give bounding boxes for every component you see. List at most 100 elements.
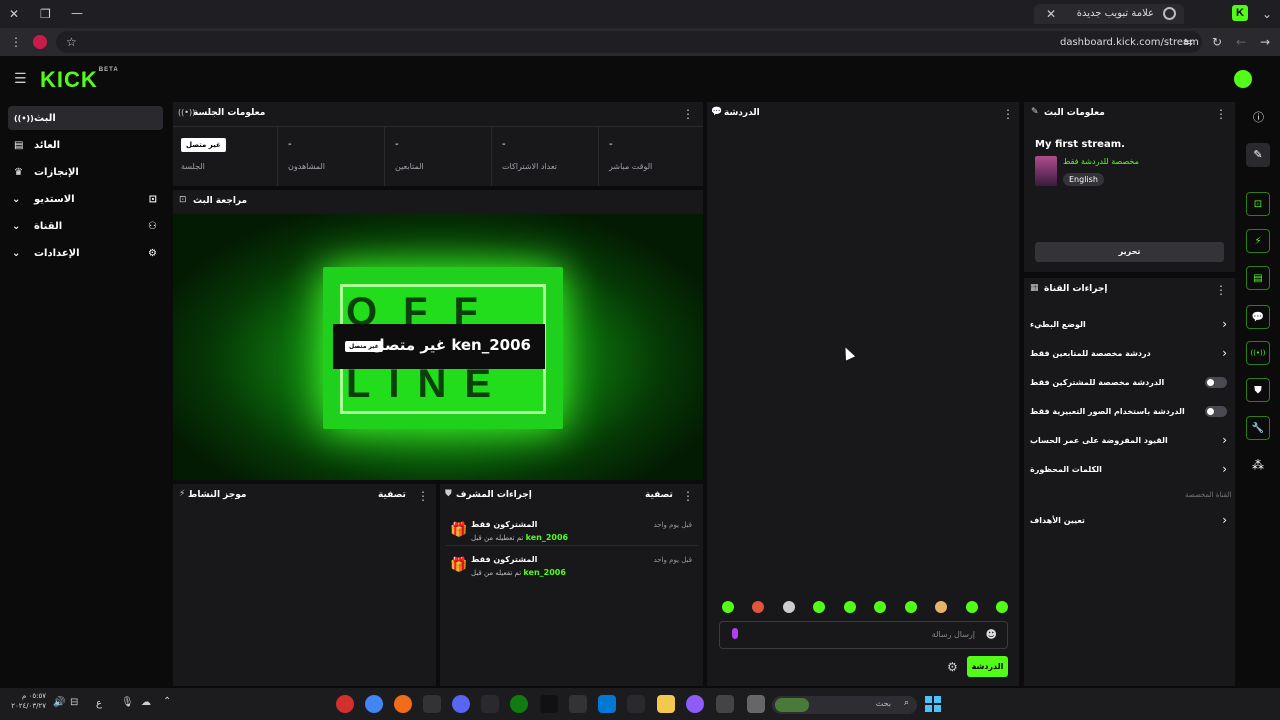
- emote-icon[interactable]: [813, 601, 826, 613]
- tiktok-icon[interactable]: [540, 695, 558, 713]
- channel-actions-menu-icon[interactable]: ⋮: [1215, 284, 1227, 296]
- gift-icon: 🎁: [450, 522, 468, 538]
- pencil-icon: ✎: [1031, 107, 1039, 117]
- taskbar-app-icon[interactable]: [423, 695, 441, 713]
- sidebar-item-settings[interactable]: ⌄ الإعدادات ⚙: [8, 241, 163, 265]
- rail-broadcast-icon[interactable]: ((•)): [1246, 341, 1270, 365]
- stat-followers: - المتابعين: [384, 126, 491, 186]
- avatar[interactable]: [1234, 70, 1252, 88]
- url-box[interactable]: [56, 31, 1202, 53]
- file-explorer-icon[interactable]: [657, 695, 675, 713]
- sidebar-item-channel[interactable]: ⌄ القناة ⚇: [8, 214, 163, 238]
- taskbar-search-box[interactable]: بحث ⌕: [772, 696, 917, 714]
- chat-message-input[interactable]: إرسال رسالة ☻: [719, 621, 1008, 649]
- taskbar-app-icon[interactable]: [336, 695, 354, 713]
- browser-tab[interactable]: ✕ علامة تبويب جديدة: [1034, 4, 1184, 24]
- extension-icon[interactable]: [33, 35, 47, 49]
- chat-settings-gear-icon[interactable]: ⚙: [947, 661, 958, 673]
- settings-app-icon[interactable]: [481, 695, 499, 713]
- restore-window-icon[interactable]: ❐: [40, 8, 51, 20]
- banned-words-row[interactable]: الكلمات المحظورة ›: [1030, 460, 1227, 480]
- rail-lightning-icon[interactable]: ⚡: [1246, 229, 1270, 253]
- outlook-icon[interactable]: [598, 695, 616, 713]
- taskbar-app-icon[interactable]: [394, 695, 412, 713]
- input-language[interactable]: ع: [96, 698, 102, 709]
- volume-icon[interactable]: 🔊: [53, 698, 65, 708]
- shield-icon: ⛊: [445, 489, 452, 499]
- edit-stream-button[interactable]: تحرير: [1035, 242, 1224, 262]
- store-icon[interactable]: [627, 695, 645, 713]
- rail-studio-icon[interactable]: ⊡: [1246, 192, 1270, 216]
- chrome-icon[interactable]: [365, 695, 383, 713]
- emote-icon[interactable]: [752, 601, 765, 613]
- username-link[interactable]: ken_2006: [526, 533, 569, 542]
- windows-start-icon[interactable]: [925, 696, 941, 712]
- emote-icon[interactable]: [722, 601, 734, 613]
- session-menu-icon[interactable]: ⋮: [682, 108, 694, 120]
- activity-filter-button[interactable]: تصفية: [378, 490, 406, 500]
- network-icon[interactable]: ⊟: [70, 698, 78, 708]
- taskbar-clock[interactable]: ٠٥:٥٧ م ٢٠٢٤/٠٣/٢٧: [6, 691, 46, 711]
- slow-mode-row[interactable]: الوضع البطيء ›: [1030, 315, 1227, 335]
- sidebar-item-revenue[interactable]: ▤ العائد: [8, 133, 163, 157]
- forward-icon[interactable]: ←: [1236, 36, 1246, 48]
- emote-icon[interactable]: [965, 601, 978, 613]
- kick-logo[interactable]: KICKBETA: [40, 67, 119, 93]
- rail-share-icon[interactable]: ⁂: [1252, 459, 1264, 471]
- mod-menu-icon[interactable]: ⋮: [682, 490, 694, 502]
- rail-shield-icon[interactable]: ⛊: [1246, 378, 1270, 402]
- taskbar-app-icon[interactable]: [569, 695, 587, 713]
- sidebar-item-studio[interactable]: ⌄ الاستديو ⊡: [8, 187, 163, 211]
- mic-tray-icon[interactable]: 🎙: [121, 698, 134, 708]
- stream-info-menu-icon[interactable]: ⋮: [1215, 108, 1227, 120]
- copilot-icon[interactable]: [686, 695, 704, 713]
- emote-icon[interactable]: [904, 601, 917, 613]
- rail-chat-icon[interactable]: 💬: [1246, 305, 1270, 329]
- kick-favicon-icon[interactable]: K: [1232, 5, 1248, 21]
- rail-document-icon[interactable]: ▤: [1246, 266, 1270, 290]
- back-icon[interactable]: →: [1260, 36, 1270, 48]
- emote-icon[interactable]: [935, 601, 948, 613]
- activity-menu-icon[interactable]: ⋮: [417, 490, 429, 502]
- rail-wrench-icon[interactable]: 🔧: [1246, 416, 1270, 440]
- category-link[interactable]: مخصصة للدردشة فقط: [1063, 157, 1139, 166]
- account-age-row[interactable]: القيود المفروضة على عمر الحساب ›: [1030, 431, 1227, 451]
- url-text[interactable]: dashboard.kick.com/stream: [1060, 37, 1199, 48]
- emote-icon[interactable]: [995, 601, 1008, 613]
- taskbar-app-icon[interactable]: [716, 695, 734, 713]
- sidebar-item-stream[interactable]: ((•)) البث: [8, 106, 163, 130]
- set-goals-row[interactable]: تعيين الأهداف ›: [1030, 511, 1227, 531]
- emote-only-toggle[interactable]: [1205, 406, 1227, 417]
- bookmark-star-icon[interactable]: ☆: [66, 36, 77, 48]
- sidebar-item-achievements[interactable]: ♛ الإنجازات: [8, 160, 163, 184]
- revenue-icon: ▤: [14, 139, 24, 151]
- menu-dots-icon[interactable]: ⋮: [10, 36, 22, 48]
- emote-icon[interactable]: [843, 601, 856, 613]
- emote-icon[interactable]: [782, 601, 795, 613]
- chevron-up-icon[interactable]: ⌃: [163, 697, 171, 707]
- microphone-icon[interactable]: [732, 628, 738, 639]
- taskbar-app-icon[interactable]: [747, 695, 765, 713]
- emoji-icon[interactable]: ☻: [986, 628, 997, 641]
- stream-title: My first stream.: [1035, 139, 1125, 150]
- chat-panel: [707, 102, 1019, 686]
- reload-icon[interactable]: ↻: [1212, 36, 1222, 48]
- mod-filter-button[interactable]: تصفية: [645, 490, 673, 500]
- close-tab-icon[interactable]: ✕: [1046, 8, 1056, 20]
- hamburger-menu-icon[interactable]: ☰: [14, 72, 27, 86]
- chat-send-button[interactable]: الدردشة: [967, 656, 1008, 677]
- close-window-icon[interactable]: ✕: [9, 8, 19, 20]
- followers-only-row[interactable]: دردشة مخصصة للمتابعين فقط ›: [1030, 344, 1227, 364]
- cloud-icon[interactable]: ☁: [141, 698, 151, 708]
- discord-icon[interactable]: [452, 695, 470, 713]
- subscribers-only-toggle[interactable]: [1205, 377, 1227, 388]
- tab-search-chevron-icon[interactable]: ⌄: [1262, 8, 1272, 20]
- chat-menu-icon[interactable]: ⋮: [1002, 108, 1014, 120]
- edit-pencil-icon[interactable]: ✎: [1246, 143, 1270, 167]
- emote-icon[interactable]: [874, 601, 887, 613]
- username-link[interactable]: ken_2006: [523, 568, 566, 577]
- xbox-icon[interactable]: [510, 695, 528, 713]
- site-settings-icon[interactable]: ⇋: [1183, 36, 1193, 48]
- minimize-window-icon[interactable]: —: [71, 7, 83, 19]
- info-icon[interactable]: ⓘ: [1253, 112, 1264, 123]
